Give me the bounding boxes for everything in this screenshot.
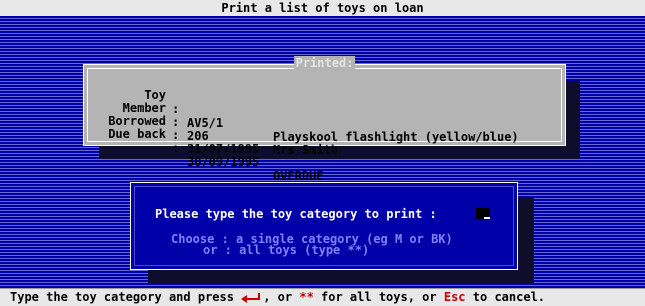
row-code: 31/07/1995: [187, 142, 260, 156]
status-text-3: for all toys, or: [321, 290, 437, 304]
status-text-4: to cancel.: [472, 290, 546, 304]
row-colon: :: [172, 128, 180, 142]
row-code: 206: [187, 129, 209, 143]
status-esc-key: Esc: [443, 290, 466, 304]
printed-row-toy: Toy : AV5/1 Playskool flashlight (yellow…: [84, 74, 565, 144]
printed-caption: Printed:: [293, 56, 356, 70]
prompt-question: Please type the toy category to print :: [155, 207, 437, 221]
status-text-1: Type the toy category and press: [10, 290, 234, 304]
row-code: 30/09/1995: [187, 155, 260, 169]
status-stars: **: [299, 290, 314, 304]
row-desc: OVERDUE: [273, 169, 324, 183]
printed-panel: Printed: Toy : AV5/1 Playskool flashligh…: [83, 56, 566, 183]
row-label: Due back: [108, 127, 166, 141]
printed-row-member: Member : 206 Mrs Smith: [84, 87, 565, 157]
row-desc: Playskool flashlight (yellow/blue): [273, 130, 519, 144]
printed-row-borrowed: Borrowed : 31/07/1995: [84, 100, 565, 156]
category-input[interactable]: [476, 208, 490, 219]
row-desc: Mrs Smith: [273, 143, 339, 157]
hint-or-line: or : all toys (type **): [203, 243, 370, 257]
enter-key-icon: [241, 292, 263, 303]
category-prompt-dialog: Please type the toy category to print : …: [130, 182, 518, 270]
printed-row-due-back: Due back : 30/09/1995 OVERDUE: [84, 113, 565, 183]
status-text-2: , or: [263, 290, 293, 304]
window-title: Print a list of toys on loan: [0, 0, 645, 17]
row-colon: :: [172, 141, 180, 155]
status-bar: Type the toy category and press , or ** …: [0, 288, 645, 306]
